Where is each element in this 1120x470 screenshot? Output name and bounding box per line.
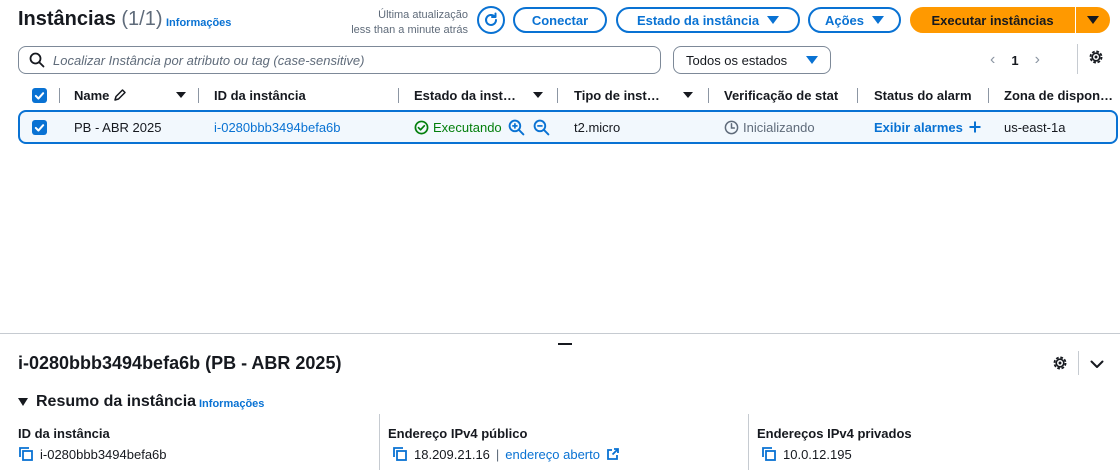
actions-button[interactable]: Ações	[808, 7, 901, 33]
divider	[748, 414, 749, 470]
instance-count: (1/1)	[121, 8, 163, 30]
states-select[interactable]: Todos os estados	[673, 46, 831, 74]
launch-instances-button[interactable]: Executar instâncias	[910, 7, 1075, 33]
detail-instance-id: ID da instância i-0280bbb3494befa6b	[18, 426, 167, 462]
instance-name: PB - ABR 2025	[74, 119, 162, 135]
column-instance-id[interactable]: ID da instância	[214, 82, 306, 108]
caret-down-icon	[18, 398, 28, 406]
search-field[interactable]	[18, 46, 661, 74]
column-alarm-status[interactable]: Status do alarm	[874, 82, 974, 108]
sort-icon	[533, 92, 543, 98]
column-status-check[interactable]: Verificação de stat	[724, 82, 842, 108]
zoom-in-icon[interactable]	[508, 119, 525, 136]
connect-button[interactable]: Conectar	[513, 7, 607, 33]
launch-instances-dropdown[interactable]	[1076, 7, 1110, 33]
summary-section-toggle[interactable]: Resumo da instância	[18, 393, 196, 411]
chevron-left-icon[interactable]: ‹	[990, 51, 995, 69]
sort-icon	[683, 92, 693, 98]
info-link[interactable]: Informações	[166, 17, 231, 29]
zoom-out-icon[interactable]	[533, 119, 550, 136]
collapse-button[interactable]	[1089, 356, 1105, 377]
open-address-link[interactable]: endereço aberto	[505, 447, 600, 462]
select-all-checkbox[interactable]	[32, 82, 47, 108]
details-settings-button[interactable]	[1051, 354, 1069, 377]
gear-icon	[1053, 356, 1067, 370]
external-link-icon[interactable]	[606, 447, 620, 461]
caret-down-icon	[872, 16, 885, 24]
copy-icon[interactable]	[761, 446, 777, 462]
caret-down-icon	[767, 16, 780, 24]
search-input[interactable]	[53, 52, 633, 68]
pagination: ‹ 1 ›	[990, 46, 1040, 74]
caret-down-icon	[1087, 16, 1099, 24]
pencil-icon	[114, 89, 127, 101]
instance-state-button[interactable]: Estado da instância	[616, 7, 800, 33]
table-settings-button[interactable]	[1087, 48, 1105, 71]
refresh-button[interactable]	[477, 6, 505, 34]
table-row[interactable]: PB - ABR 2025 i-0280bbb3494befa6b Execut…	[18, 110, 1118, 144]
instance-id-link[interactable]: i-0280bbb3494befa6b	[214, 112, 341, 142]
copy-icon[interactable]	[392, 446, 408, 462]
detail-public-ipv4: Endereço IPv4 público 18.209.21.16 | end…	[388, 414, 728, 470]
copy-icon[interactable]	[18, 446, 34, 462]
page-number[interactable]: 1	[1011, 53, 1018, 68]
availability-zone: us-east-1a	[1004, 119, 1066, 135]
column-instance-type[interactable]: Tipo de inst…	[574, 82, 693, 108]
details-title: i-0280bbb3494befa6b (PB - ABR 2025)	[18, 353, 342, 373]
caret-down-icon	[806, 56, 818, 64]
instance-type: t2.micro	[574, 119, 621, 135]
check-circle-icon	[414, 120, 429, 134]
check-icon	[34, 123, 45, 132]
divider	[1077, 44, 1078, 74]
sort-icon	[176, 92, 186, 98]
row-checkbox[interactable]	[32, 112, 47, 142]
column-availability-zone[interactable]: Zona de dispon…	[1004, 82, 1113, 108]
divider	[379, 414, 380, 470]
split-divider	[0, 333, 1120, 334]
drag-handle-icon[interactable]	[558, 343, 572, 345]
column-name[interactable]: Name	[74, 82, 186, 108]
table-header: Name ID da instância Estado da inst… Tip…	[18, 82, 1120, 108]
chevron-right-icon[interactable]: ›	[1035, 51, 1040, 69]
page-header: Instâncias (1/1) Informações Última atua…	[0, 0, 1120, 44]
detail-private-ipv4: Endereços IPv4 privados 10.0.12.195	[757, 426, 912, 462]
status-check: Inicializando	[724, 112, 815, 142]
page-title: Instâncias (1/1)	[18, 8, 163, 30]
divider	[1078, 351, 1079, 375]
chevron-down-icon	[1090, 360, 1104, 368]
summary-info-link[interactable]: Informações	[199, 398, 264, 410]
plus-icon	[969, 121, 981, 133]
column-instance-state[interactable]: Estado da inst…	[414, 82, 543, 108]
search-icon	[29, 52, 45, 68]
gear-icon	[1089, 50, 1103, 64]
instance-state: Executando	[414, 112, 550, 142]
clock-icon	[724, 120, 739, 134]
last-update: Última atualização less than a minute at…	[351, 9, 468, 36]
check-icon	[34, 91, 45, 100]
view-alarms-link[interactable]: Exibir alarmes	[874, 112, 981, 142]
refresh-icon	[485, 12, 497, 26]
